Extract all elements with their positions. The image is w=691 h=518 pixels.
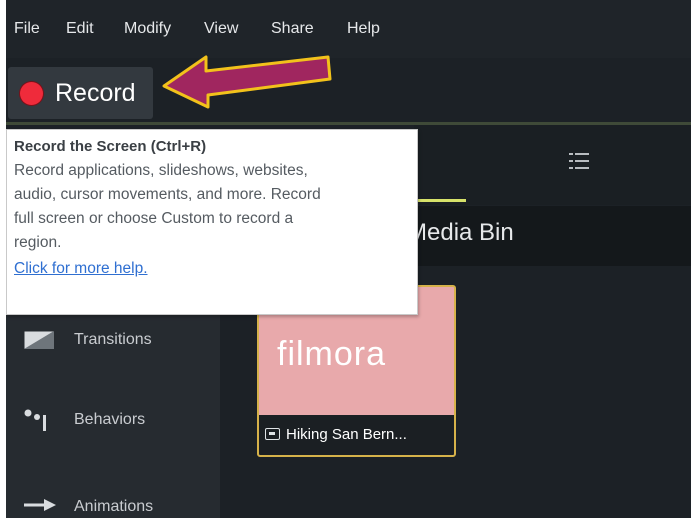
- record-label: Record: [55, 79, 136, 107]
- tooltip-line: region.: [14, 234, 62, 251]
- menu-view[interactable]: View: [204, 20, 238, 38]
- transitions-icon: [24, 331, 54, 349]
- active-tab-indicator: [414, 199, 466, 202]
- annotation-arrow-icon: [162, 55, 332, 109]
- animations-icon: [24, 499, 56, 511]
- tooltip-title: Record the Screen (Ctrl+R): [14, 138, 207, 155]
- sidebar-item-label: Animations: [74, 498, 154, 515]
- clip-thumbnail-text: filmora: [277, 335, 387, 373]
- more-help-link[interactable]: Click for more help.: [14, 257, 148, 281]
- video-clip-icon: [265, 428, 280, 440]
- record-tooltip: Record the Screen (Ctrl+R) Record applic…: [6, 129, 418, 315]
- tooltip-body: Record applications, slideshows, website…: [14, 159, 411, 255]
- sidebar-item-label: Behaviors: [74, 411, 146, 428]
- clip-name: Hiking San Bern...: [286, 426, 407, 443]
- sidebar-item-behaviors[interactable]: Behaviors: [6, 391, 220, 451]
- sidebar-item-transitions[interactable]: Transitions: [6, 311, 220, 371]
- panel-tab-bar: [414, 125, 691, 205]
- tooltip-line: audio, cursor movements, and more. Recor…: [14, 186, 321, 203]
- menu-help[interactable]: Help: [347, 20, 380, 38]
- menu-modify[interactable]: Modify: [124, 20, 171, 38]
- list-view-icon[interactable]: [569, 151, 589, 173]
- menu-bar: File Edit Modify View Share Help: [6, 0, 691, 58]
- record-dot-icon: [20, 82, 43, 105]
- tooltip-line: full screen or choose Custom to record a: [14, 210, 294, 227]
- camtasia-window: File Edit Modify View Share Help Record …: [6, 0, 691, 518]
- clip-caption: Hiking San Bern...: [259, 415, 454, 455]
- media-bin-title: Media Bin: [407, 219, 514, 246]
- menu-edit[interactable]: Edit: [66, 20, 94, 38]
- menu-share[interactable]: Share: [271, 20, 314, 38]
- menu-file[interactable]: File: [14, 20, 40, 38]
- record-button[interactable]: Record: [8, 67, 153, 119]
- sidebar-item-animations[interactable]: Animations: [6, 478, 220, 518]
- behaviors-icon: [24, 409, 46, 431]
- sidebar-item-label: Transitions: [74, 331, 152, 348]
- tooltip-line: Record applications, slideshows, website…: [14, 162, 308, 179]
